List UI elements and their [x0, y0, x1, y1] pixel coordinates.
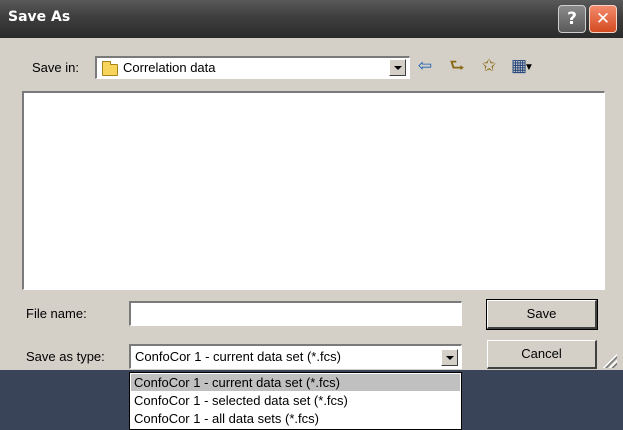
save-button[interactable]: Save — [486, 299, 598, 330]
help-icon: ? — [567, 9, 577, 29]
save-as-type-select[interactable]: ConfoCor 1 - current data set (*.fcs) — [129, 344, 462, 369]
save-in-dropdown-button[interactable] — [389, 59, 406, 76]
close-button[interactable]: ✕ — [589, 5, 617, 33]
cancel-button[interactable]: Cancel — [487, 340, 597, 369]
save-as-type-value: ConfoCor 1 - current data set (*.fcs) — [135, 349, 341, 364]
dialog-title: Save As — [8, 9, 71, 25]
folder-icon — [102, 61, 118, 76]
save-in-value: Correlation data — [123, 60, 216, 75]
back-arrow-icon[interactable]: ⇦ — [414, 56, 436, 76]
new-folder-icon[interactable]: ✩ — [478, 56, 500, 76]
save-as-dialog: Save As ? ✕ Save in: Correlation data ⇦ … — [0, 0, 623, 430]
list-item[interactable]: ConfoCor 1 - selected data set (*.fcs) — [131, 392, 460, 409]
file-name-input[interactable] — [129, 301, 462, 326]
help-button[interactable]: ? — [558, 5, 586, 33]
resize-grip[interactable] — [601, 352, 617, 368]
save-as-type-dropdown-button[interactable] — [441, 349, 458, 366]
save-in-label: Save in: — [32, 60, 79, 75]
view-menu-arrow-icon[interactable]: ▼ — [524, 58, 534, 78]
up-folder-icon[interactable]: ⮑ — [446, 56, 468, 76]
file-name-label: File name: — [26, 306, 87, 321]
save-as-type-dropdown-list[interactable]: ConfoCor 1 - current data set (*.fcs) Co… — [129, 372, 462, 430]
close-icon: ✕ — [595, 9, 611, 29]
title-bar[interactable]: Save As ? ✕ — [0, 0, 623, 38]
list-item[interactable]: ConfoCor 1 - all data sets (*.fcs) — [131, 410, 460, 427]
save-as-type-label: Save as type: — [26, 349, 105, 364]
file-list[interactable] — [22, 91, 605, 290]
dialog-body: Save in: Correlation data ⇦ ⮑ ✩ ▦ ▼ File… — [0, 38, 623, 370]
save-in-combo[interactable]: Correlation data — [95, 56, 410, 79]
list-item[interactable]: ConfoCor 1 - current data set (*.fcs) — [131, 374, 460, 391]
